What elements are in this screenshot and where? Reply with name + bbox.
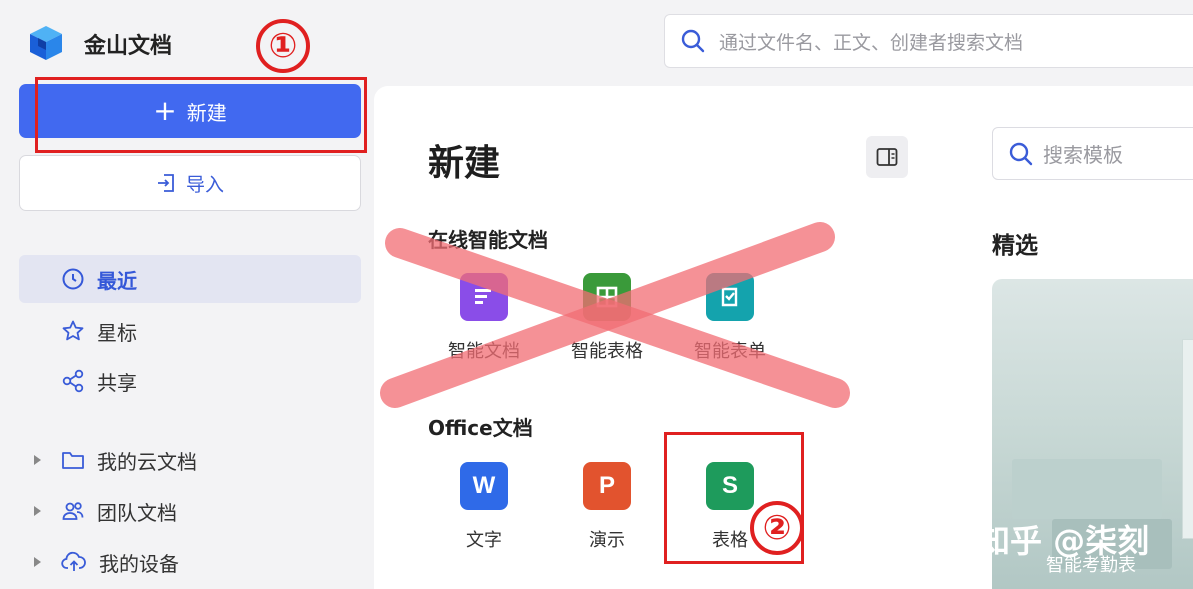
wps-cube-logo [30,26,62,60]
highlight-box-new-button [35,77,367,153]
watermark: 知乎 @柒刻 [978,522,1150,560]
caret-right-icon[interactable] [34,506,41,516]
sidebar-item-starred[interactable]: 星标 [19,307,361,355]
folder-icon [62,452,84,469]
smart-sheet-icon [583,273,631,321]
caret-right-icon[interactable] [34,455,41,465]
search-input[interactable]: 通过文件名、正文、创建者搜索文档 [664,14,1193,68]
sidebar-item-shared[interactable]: 共享 [19,357,361,405]
tree-item-label: 我的设备 [99,551,179,576]
import-button[interactable]: 导入 [19,155,361,211]
tile-label: 演示 [589,530,625,551]
star-icon [62,320,84,341]
tree-item-team-docs[interactable]: 团队文档 [34,491,177,531]
tree-item-my-devices[interactable]: 我的设备 [34,542,179,582]
step-1-marker: ① [256,19,310,73]
tile-label: 文字 [466,530,502,551]
tree-item-label: 我的云文档 [97,449,197,474]
page-title: 新建 [428,143,501,184]
tile-word-document[interactable]: W 文字 [424,462,544,552]
sidebar-item-label: 共享 [97,370,137,395]
layout-toggle-button[interactable] [866,136,908,178]
search-placeholder: 通过文件名、正文、创建者搜索文档 [719,31,1024,54]
featured-heading: 精选 [992,233,1038,259]
tree-item-label: 团队文档 [97,500,177,525]
cloud-upload-icon [61,551,86,571]
import-icon [157,174,174,192]
clock-icon [62,268,84,290]
section-label-smart-docs: 在线智能文档 [428,228,548,252]
tile-smart-form[interactable]: 智能表单 [670,273,790,363]
app-title: 金山文档 [84,34,173,59]
sidebar-item-label: 星标 [97,320,137,345]
share-icon [62,369,84,393]
sidebar-item-recent[interactable]: 最近 [19,255,361,303]
tile-label: 智能表格 [571,341,643,362]
section-label-office-docs: Office文档 [428,416,533,440]
search-icon [1009,142,1033,165]
tile-label: 智能表单 [694,341,766,362]
step-2-marker: ② [750,501,804,555]
sidebar-item-label: 最近 [97,268,137,293]
template-search-input[interactable]: 搜索模板 [992,127,1193,180]
smart-document-icon [460,273,508,321]
sidebar-panel-icon [876,148,898,166]
tree-item-my-cloud-docs[interactable]: 我的云文档 [34,440,197,480]
tile-label: 智能文档 [448,341,520,362]
word-icon: W [460,462,508,510]
search-icon [681,29,705,53]
smart-form-icon [706,273,754,321]
tile-smart-document[interactable]: 智能文档 [424,273,544,363]
import-button-label: 导入 [185,173,224,196]
caret-right-icon[interactable] [34,557,41,567]
team-icon [62,502,84,520]
template-search-placeholder: 搜索模板 [1043,143,1123,167]
tile-presentation[interactable]: P 演示 [547,462,667,552]
presentation-icon: P [583,462,631,510]
tile-smart-sheet[interactable]: 智能表格 [547,273,667,363]
